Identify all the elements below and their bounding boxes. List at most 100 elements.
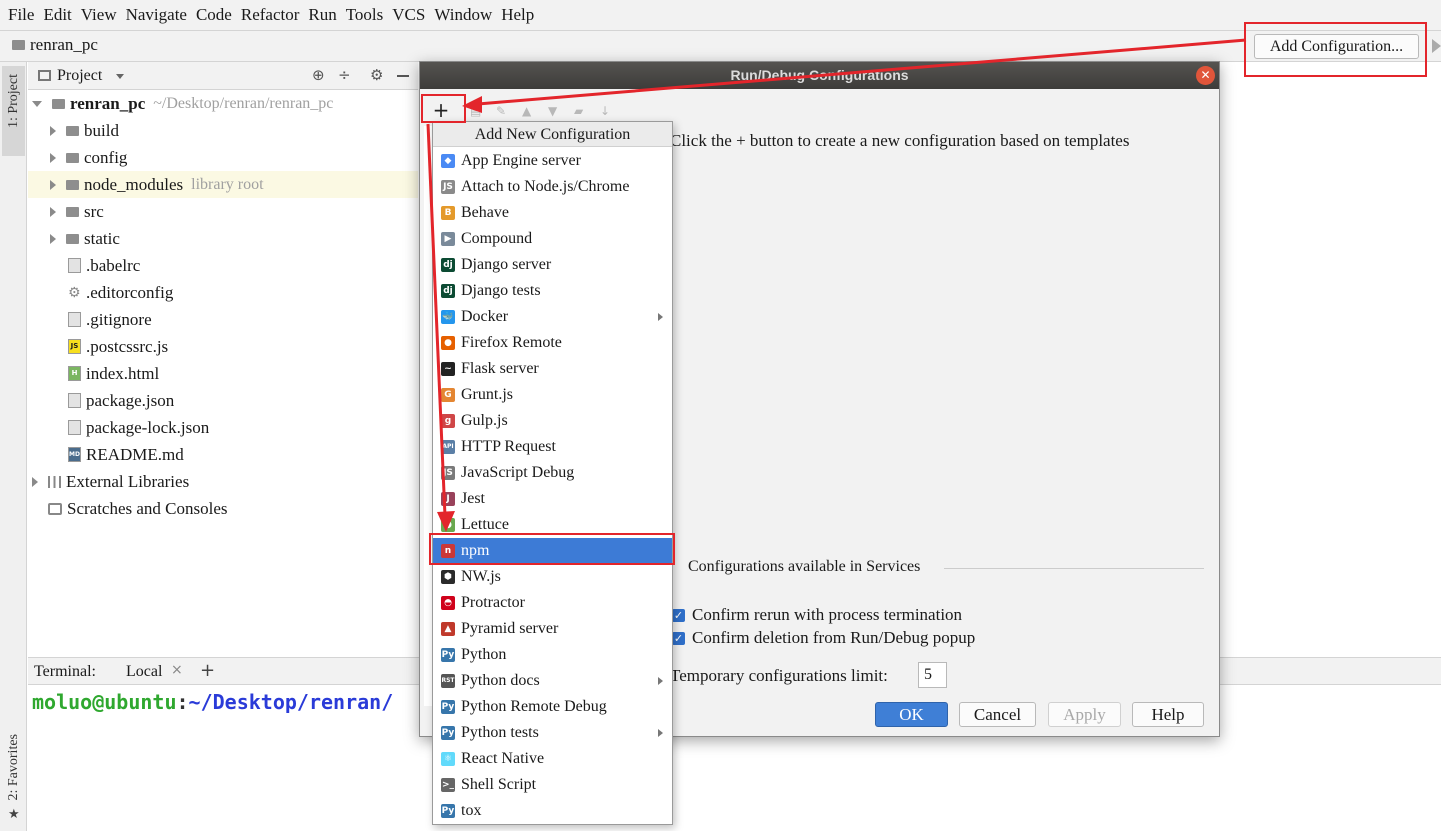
remove-icon[interactable]: ▤ [470, 105, 484, 117]
tree-file-editorconfig[interactable]: ⚙ .editorconfig [68, 279, 173, 306]
popup-item-python-tests[interactable]: Py Python tests [433, 720, 672, 746]
menu-vcs[interactable]: VCS [392, 5, 425, 25]
menu-run[interactable]: Run [308, 5, 336, 25]
breadcrumb-project[interactable]: renran_pc [30, 35, 98, 55]
expand-arrow-icon[interactable] [50, 233, 56, 244]
tree-file-postcssrc[interactable]: JS .postcssrc.js [68, 333, 168, 360]
locate-icon[interactable]: ⊕ [312, 66, 325, 84]
tree-folder-build[interactable]: build [50, 117, 119, 144]
popup-item-django-server[interactable]: dj Django server [433, 252, 672, 278]
edit-defaults-icon[interactable]: ✎ [496, 105, 510, 117]
expand-arrow-icon[interactable] [50, 179, 56, 190]
popup-item-flask-server[interactable]: ~ Flask server [433, 356, 672, 382]
expand-arrow-icon[interactable] [32, 476, 38, 487]
cancel-button[interactable]: Cancel [959, 702, 1036, 727]
popup-item-django-tests[interactable]: dj Django tests [433, 278, 672, 304]
project-tool-tab[interactable]: 1: Project [2, 66, 25, 156]
menu-edit[interactable]: Edit [43, 5, 71, 25]
popup-item-javascript-debug[interactable]: JS JavaScript Debug [433, 460, 672, 486]
confirm-deletion-checkbox[interactable]: ✓ Confirm deletion from Run/Debug popup [672, 628, 975, 648]
popup-item-pyramid-server[interactable]: ▲ Pyramid server [433, 616, 672, 642]
gulp-icon: g [441, 414, 455, 428]
tree-file-package-json[interactable]: package.json [68, 387, 174, 414]
popup-item-shell-script[interactable]: >_ Shell Script [433, 772, 672, 798]
expand-arrow-icon[interactable] [32, 100, 42, 107]
gear-icon[interactable]: ⚙ [370, 66, 383, 84]
tree-file-index-html[interactable]: H index.html [68, 360, 159, 387]
tree-folder-node-modules[interactable]: node_modules library root [28, 171, 418, 198]
popup-item-python-remote-debug[interactable]: Py Python Remote Debug [433, 694, 672, 720]
menu-code[interactable]: Code [196, 5, 232, 25]
star-icon: ★ [8, 807, 20, 822]
checkbox-checked-icon[interactable]: ✓ [672, 608, 685, 622]
popup-item-react-native[interactable]: ⚛ React Native [433, 746, 672, 772]
expand-arrow-icon[interactable] [50, 206, 56, 217]
popup-item-attach-to-node-js-chrome[interactable]: JS Attach to Node.js/Chrome [433, 174, 672, 200]
popup-item-behave[interactable]: B Behave [433, 200, 672, 226]
file-label: .babelrc [86, 255, 141, 275]
terminal-tab-local[interactable]: Local [126, 663, 162, 681]
run-icon[interactable] [1432, 39, 1441, 53]
tree-folder-src[interactable]: src [50, 198, 104, 225]
new-terminal-icon[interactable]: + [200, 660, 215, 681]
popup-item-protractor[interactable]: ◓ Protractor [433, 590, 672, 616]
tree-root[interactable]: renran_pc ~/Desktop/renran/renran_pc [32, 90, 333, 117]
move-up-icon[interactable]: ▲ [522, 105, 536, 117]
menu-view[interactable]: View [81, 5, 117, 25]
popup-item-python-docs[interactable]: RST Python docs [433, 668, 672, 694]
hide-panel-icon[interactable] [397, 75, 409, 77]
popup-item-tox[interactable]: Py tox [433, 798, 672, 824]
expand-arrow-icon[interactable] [50, 152, 56, 163]
popup-item-jest[interactable]: J Jest [433, 486, 672, 512]
tree-folder-config[interactable]: config [50, 144, 127, 171]
popup-item-firefox-remote[interactable]: ● Firefox Remote [433, 330, 672, 356]
firefox-icon: ● [441, 336, 455, 350]
gear-file-icon: ⚙ [68, 284, 81, 301]
popup-item-docker[interactable]: 🐳 Docker [433, 304, 672, 330]
popup-item-grunt-js[interactable]: G Grunt.js [433, 382, 672, 408]
confirm-rerun-checkbox[interactable]: ✓ Confirm rerun with process termination [672, 605, 962, 625]
temp-limit-input[interactable]: 5 [918, 662, 947, 688]
close-icon[interactable]: ✕ [1196, 66, 1215, 85]
chevron-down-icon[interactable] [116, 74, 124, 79]
popup-item-label: tox [461, 802, 482, 819]
popup-item-http-request[interactable]: API HTTP Request [433, 434, 672, 460]
menu-tools[interactable]: Tools [346, 5, 384, 25]
tree-file-readme[interactable]: MD README.md [68, 441, 184, 468]
tree-folder-static[interactable]: static [50, 225, 120, 252]
popup-item-python[interactable]: Py Python [433, 642, 672, 668]
file-label: README.md [86, 444, 184, 464]
tree-file-babelrc[interactable]: .babelrc [68, 252, 140, 279]
project-view-selector[interactable]: Project [57, 67, 102, 85]
tree-file-package-lock-json[interactable]: package-lock.json [68, 414, 209, 441]
sort-icon[interactable]: ↓ [600, 105, 614, 117]
file-label: .postcssrc.js [86, 336, 169, 356]
menu-window[interactable]: Window [434, 5, 492, 25]
popup-item-app-engine-server[interactable]: ◆ App Engine server [433, 148, 672, 174]
popup-item-label: Python Remote Debug [461, 698, 607, 715]
folder-icon[interactable]: ▰ [574, 105, 588, 117]
folder-icon [52, 98, 65, 109]
tox-icon: Py [441, 804, 455, 818]
close-icon[interactable]: × [171, 662, 183, 678]
popup-item-compound[interactable]: ▶ Compound [433, 226, 672, 252]
ok-button[interactable]: OK [875, 702, 948, 727]
move-down-icon[interactable]: ▼ [548, 105, 562, 117]
terminal-prompt[interactable]: moluo@ubuntu:~/Desktop/renran/ [32, 690, 393, 714]
checkbox-checked-icon[interactable]: ✓ [672, 631, 685, 645]
expand-arrow-icon[interactable] [50, 125, 56, 136]
help-button[interactable]: Help [1132, 702, 1204, 727]
tree-file-gitignore[interactable]: .gitignore [68, 306, 152, 333]
menu-refactor[interactable]: Refactor [241, 5, 300, 25]
tree-external-libraries[interactable]: External Libraries [32, 468, 189, 495]
tree-scratches[interactable]: Scratches and Consoles [48, 495, 228, 522]
favorites-tab-label[interactable]: 2: Favorites [6, 734, 22, 801]
apply-button[interactable]: Apply [1048, 702, 1121, 727]
django-server-icon: dj [441, 258, 455, 272]
popup-item-gulp-js[interactable]: g Gulp.js [433, 408, 672, 434]
collapse-all-icon[interactable]: ÷ [338, 66, 351, 84]
menu-navigate[interactable]: Navigate [126, 5, 187, 25]
menu-help[interactable]: Help [501, 5, 534, 25]
popup-item-nw-js[interactable]: ⬢ NW.js [433, 564, 672, 590]
menu-file[interactable]: File [8, 5, 34, 25]
